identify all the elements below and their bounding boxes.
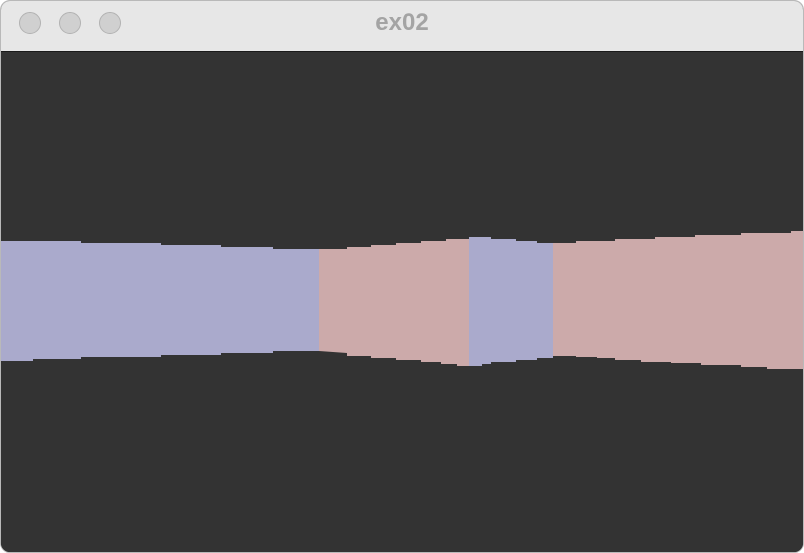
window-title: ex02: [375, 9, 429, 36]
wall-3: [469, 237, 553, 366]
title-bar[interactable]: ex02: [1, 1, 803, 52]
wall-1: [1, 241, 319, 361]
scene-canvas: [1, 52, 803, 552]
app-window: ex02: [0, 0, 804, 553]
wall-4: [553, 231, 803, 369]
wall-2: [319, 239, 469, 366]
raycast-viewport: [1, 52, 803, 552]
